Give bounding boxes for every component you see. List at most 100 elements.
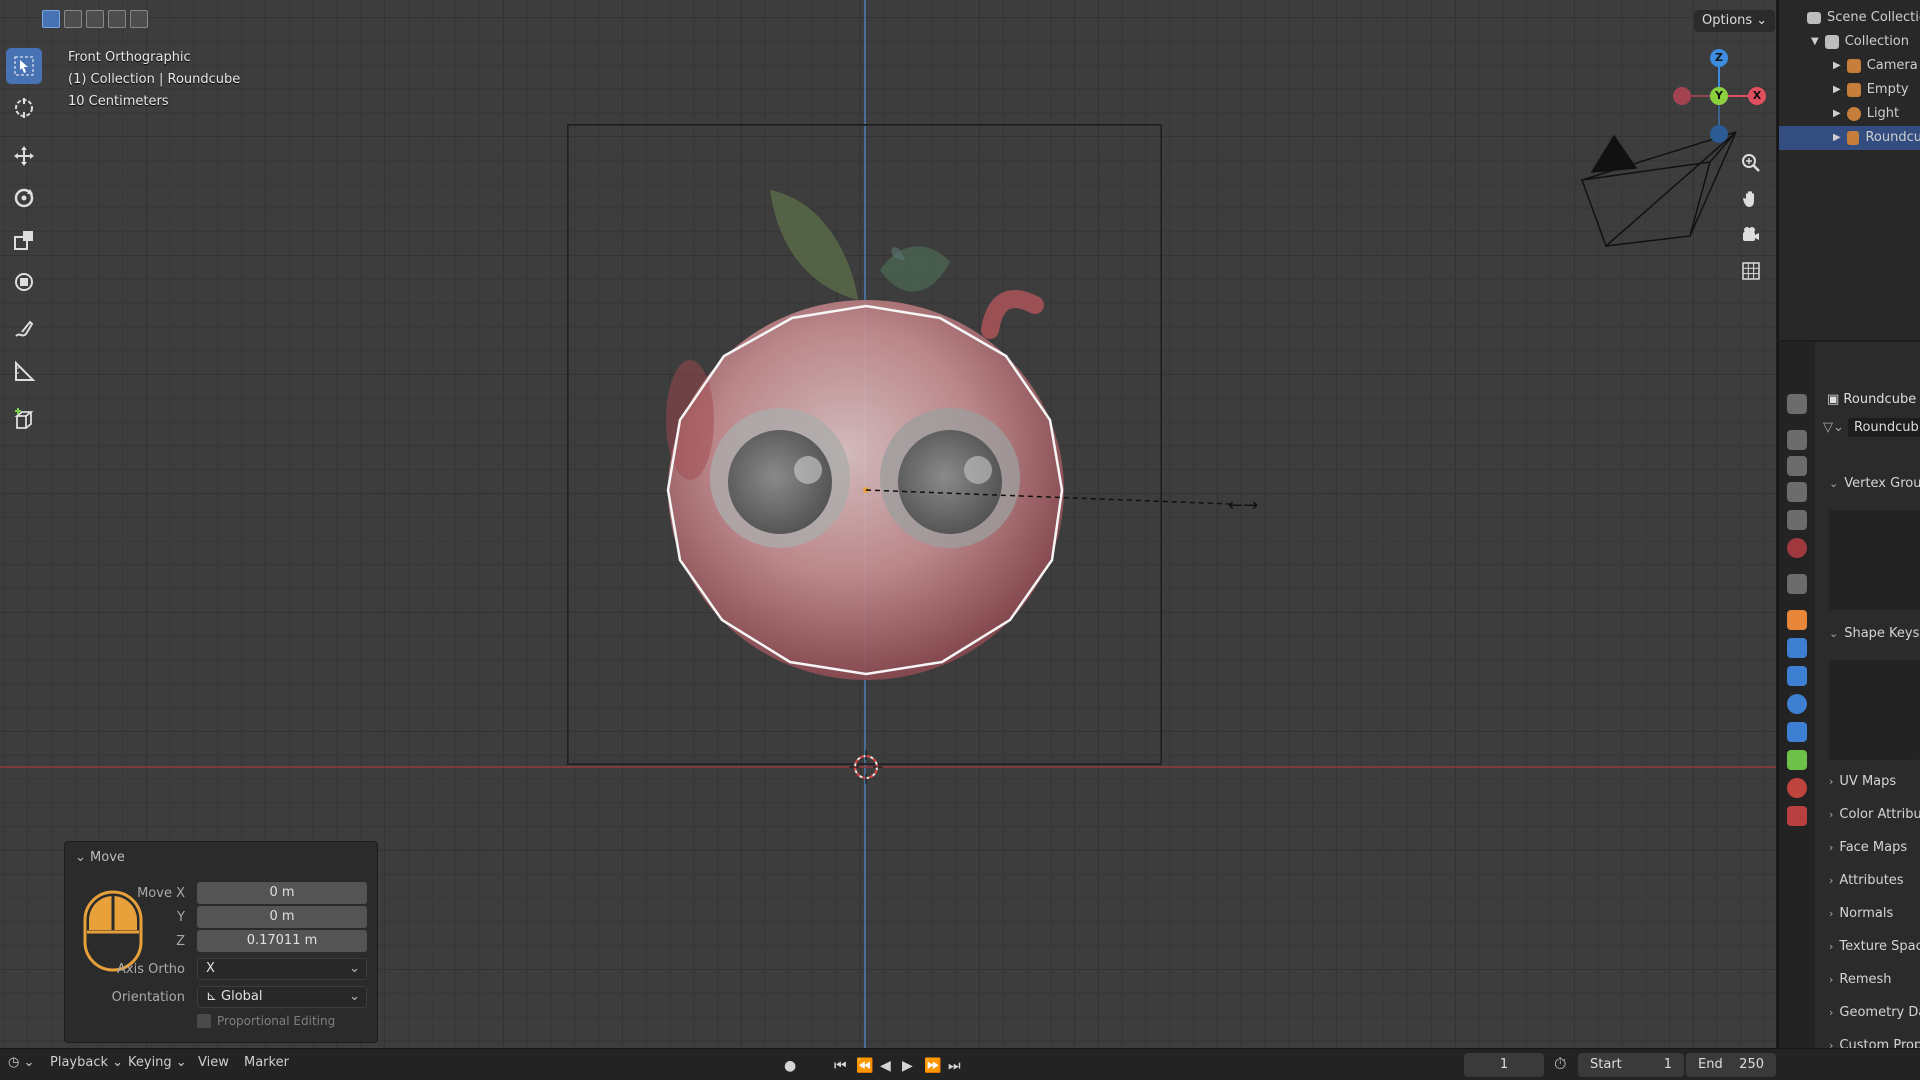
camera-view-button[interactable]	[1736, 220, 1766, 250]
select-subtract-icon[interactable]	[86, 10, 104, 28]
object-name-row[interactable]: ▣ Roundcube	[1827, 392, 1916, 407]
section-custom-properties[interactable]: › Custom Prope	[1817, 1032, 1920, 1048]
select-intersect-icon[interactable]	[130, 10, 148, 28]
expand-arrow-icon[interactable]: ▶	[1833, 102, 1841, 126]
mesh-name-row[interactable]: ▽⌄ Roundcub	[1823, 418, 1920, 437]
world-tab-icon[interactable]	[1787, 538, 1807, 558]
section-face-maps[interactable]: › Face Maps	[1817, 834, 1920, 862]
section-normals[interactable]: › Normals	[1817, 900, 1920, 928]
outliner-item-light[interactable]: ▶ Light	[1833, 102, 1899, 126]
move-x-field[interactable]: 0 m	[197, 882, 367, 904]
play-reverse-icon[interactable]: ◀	[880, 1058, 891, 1074]
move-tool[interactable]	[6, 138, 42, 174]
rotate-tool[interactable]	[6, 180, 42, 216]
marker-menu[interactable]: Marker	[244, 1055, 289, 1070]
keying-menu[interactable]: Keying ⌄	[128, 1055, 187, 1070]
editor-type-dropdown[interactable]: ◷ ⌄	[8, 1055, 34, 1070]
physics-tab-icon[interactable]	[1787, 694, 1807, 714]
section-geometry-data[interactable]: › Geometry Da	[1817, 999, 1920, 1027]
add-cube-tool[interactable]	[6, 402, 42, 438]
move-z-field[interactable]: 0.17011 m	[197, 930, 367, 952]
view-layer-tab-icon[interactable]	[1787, 482, 1807, 502]
collection-tab-icon[interactable]	[1787, 574, 1807, 594]
next-keyframe-icon[interactable]: ⏩	[924, 1058, 941, 1074]
outliner-item-empty[interactable]: ▶ Empty	[1833, 78, 1909, 102]
transform-tool[interactable]	[6, 264, 42, 300]
prev-keyframe-icon[interactable]: ⏪	[856, 1058, 873, 1074]
view-menu[interactable]: View	[198, 1055, 229, 1070]
checkbox-box[interactable]	[197, 1014, 211, 1028]
outliner-item-roundcube[interactable]: ▶ Roundcu	[1779, 126, 1920, 150]
output-tab-icon[interactable]	[1787, 456, 1807, 476]
properties-panel[interactable]: ▣ Roundcube ▽⌄ Roundcub ⌄ Vertex Groups ⌄…	[1777, 342, 1920, 1048]
record-button[interactable]: ●	[784, 1058, 796, 1074]
annotate-tool[interactable]	[6, 312, 42, 348]
current-frame-field[interactable]: 1	[1464, 1053, 1544, 1077]
measure-tool[interactable]	[6, 354, 42, 390]
object-tab-icon[interactable]	[1787, 610, 1807, 630]
playback-menu[interactable]: Playback ⌄	[50, 1055, 123, 1070]
select-box-tool[interactable]	[6, 48, 42, 84]
constraints-tab-icon[interactable]	[1787, 722, 1807, 742]
jump-end-icon[interactable]: ⏭	[948, 1058, 961, 1074]
expand-arrow-icon[interactable]: ▶	[1833, 126, 1841, 150]
particles-tab-icon[interactable]	[1787, 666, 1807, 686]
chevron-right-icon: ›	[1829, 808, 1834, 821]
3d-viewport[interactable]: ←→ Options ⌄ Front Orthographic (1) Coll…	[0, 0, 1776, 1048]
select-invert-icon[interactable]	[108, 10, 126, 28]
section-color-attributes[interactable]: › Color Attribut	[1817, 801, 1920, 829]
mesh-data-tab-icon[interactable]	[1787, 750, 1807, 770]
outliner-item-camera[interactable]: ▶ Camera	[1833, 54, 1918, 78]
pan-button[interactable]	[1736, 184, 1766, 214]
select-new-icon[interactable]	[42, 10, 60, 28]
axis-ortho-select[interactable]: X ⌄	[197, 958, 367, 980]
tool-tab-icon[interactable]	[1787, 394, 1807, 414]
options-dropdown[interactable]: Options ⌄	[1694, 10, 1776, 32]
scene-collection-row[interactable]: Scene Collection	[1807, 6, 1920, 30]
modifier-tab-icon[interactable]	[1787, 638, 1807, 658]
scale-tool[interactable]	[6, 222, 42, 258]
section-shape-keys[interactable]: ⌄ Shape Keys	[1817, 620, 1920, 648]
cursor-tool[interactable]	[6, 90, 42, 126]
render-tab-icon[interactable]	[1787, 430, 1807, 450]
gizmo-y-axis[interactable]: Y	[1710, 87, 1728, 105]
gizmo-neg-x-axis[interactable]	[1673, 87, 1691, 105]
expand-arrow-icon[interactable]: ▼	[1811, 30, 1819, 54]
gizmo-x-axis[interactable]: X	[1748, 87, 1766, 105]
vertex-groups-list[interactable]	[1829, 510, 1920, 610]
select-extend-icon[interactable]	[64, 10, 82, 28]
zoom-button[interactable]	[1736, 148, 1766, 178]
outliner-panel[interactable]: Scene Collection ▼ Collection ▶ Camera ▶…	[1777, 0, 1920, 340]
gizmo-z-axis[interactable]: Z	[1710, 49, 1728, 67]
section-vertex-groups[interactable]: ⌄ Vertex Groups	[1817, 470, 1920, 498]
section-attributes[interactable]: › Attributes	[1817, 867, 1920, 895]
expand-arrow-icon[interactable]: ▶	[1833, 54, 1841, 78]
scene-tab-icon[interactable]	[1787, 510, 1807, 530]
navigation-gizmo[interactable]: Z Y X	[1666, 46, 1774, 146]
move-panel-header[interactable]: ⌄ Move	[75, 850, 125, 865]
grid-icon	[1742, 262, 1760, 280]
orientation-select[interactable]: ⊾ Global ⌄	[197, 986, 367, 1008]
collection-row[interactable]: ▼ Collection	[1811, 30, 1909, 54]
stem-shape	[981, 290, 1044, 339]
proportional-editing-checkbox[interactable]: Proportional Editing	[197, 1014, 335, 1028]
play-icon[interactable]: ▶	[902, 1058, 913, 1074]
jump-start-icon[interactable]: ⏮	[834, 1058, 847, 1074]
gizmo-neg-z-axis[interactable]	[1710, 125, 1728, 143]
material-tab-icon[interactable]	[1787, 778, 1807, 798]
end-frame-field[interactable]: End 250	[1686, 1053, 1776, 1077]
texture-tab-icon[interactable]	[1787, 806, 1807, 826]
move-operator-panel[interactable]: ⌄ Move Move X 0 m Y 0 m Z 0.17011 m Axis…	[64, 841, 378, 1043]
section-label: Shape Keys	[1844, 626, 1920, 641]
move-y-field[interactable]: 0 m	[197, 906, 367, 928]
expand-arrow-icon[interactable]: ▶	[1833, 78, 1841, 102]
shape-keys-list[interactable]	[1829, 660, 1920, 760]
section-uv-maps[interactable]: › UV Maps	[1817, 768, 1920, 796]
section-texture-space[interactable]: › Texture Space	[1817, 933, 1920, 961]
cursor-icon	[15, 98, 33, 118]
section-remesh[interactable]: › Remesh	[1817, 966, 1920, 994]
stopwatch-icon[interactable]: ⏱	[1554, 1054, 1566, 1074]
mesh-name-label[interactable]: Roundcub	[1848, 418, 1920, 437]
ortho-toggle-button[interactable]	[1736, 256, 1766, 286]
start-frame-field[interactable]: Start 1	[1578, 1053, 1684, 1077]
